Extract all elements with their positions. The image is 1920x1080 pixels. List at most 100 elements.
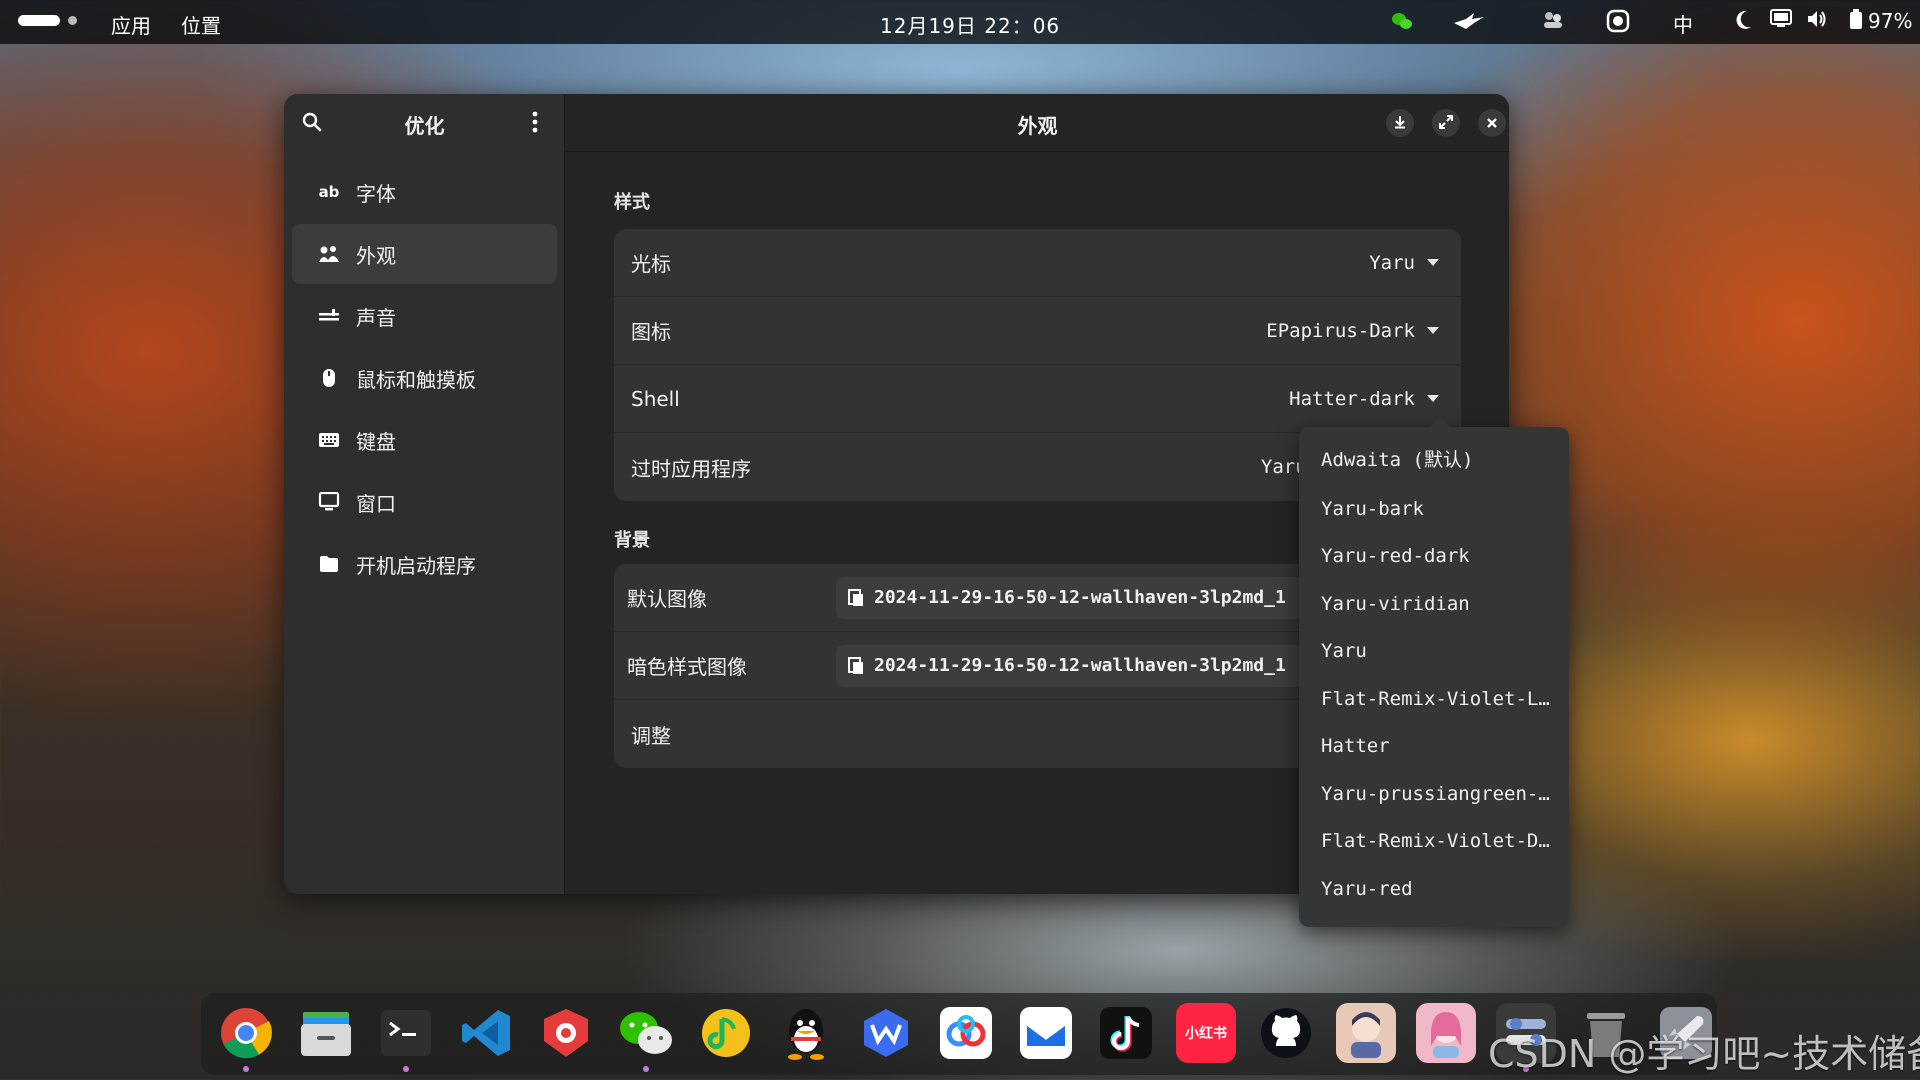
keyboard-icon [318, 429, 340, 451]
maximize-icon [1439, 114, 1453, 133]
sidebar-item-windows[interactable]: 窗口 [292, 472, 557, 532]
clock[interactable]: 12月19日 22：06 [880, 10, 1060, 39]
download-icon [1393, 114, 1407, 133]
places-menu[interactable]: 位置 [181, 10, 221, 39]
bird-tray-icon[interactable] [1452, 9, 1486, 38]
dropdown-option[interactable]: Flat-Remix-Violet-D... [1321, 821, 1551, 861]
sidebar-item-fonts[interactable]: ab 字体 [292, 162, 557, 222]
sidebar-item-label: 鼠标和触摸板 [356, 367, 476, 392]
vscode-icon[interactable] [456, 1003, 516, 1063]
watermark: CSDN @学习吧~技术储备 [1488, 1032, 1920, 1076]
selected-value: EPapirus-Dark [1266, 319, 1415, 342]
page-title: 外观 [1017, 114, 1058, 138]
sidebar-item-label: 字体 [356, 181, 396, 206]
xiaohongshu-label: 小红书 [1185, 1026, 1227, 1042]
red-app-icon[interactable] [536, 1003, 596, 1063]
dropdown-option[interactable]: Yaru-bark [1321, 489, 1551, 529]
dropdown-option[interactable]: Yaru-red-dark [1321, 536, 1551, 576]
terminal-icon[interactable] [376, 1003, 436, 1063]
anime-app-icon-1[interactable] [1336, 1003, 1396, 1063]
mail-icon[interactable] [1016, 1003, 1076, 1063]
battery-percentage[interactable]: 97% [1868, 9, 1912, 33]
sidebar-item-label: 外观 [356, 243, 396, 268]
tiktok-icon[interactable] [1096, 1003, 1156, 1063]
sidebar-item-label: 窗口 [356, 491, 396, 516]
selected-value: Hatter-dark [1289, 387, 1415, 410]
icon-theme-select[interactable]: EPapirus-Dark [1266, 320, 1439, 342]
sidebar-header: 优化 [284, 94, 565, 152]
dropdown-option[interactable]: Hatter [1321, 726, 1551, 766]
sidebar-item-label: 开机启动程序 [356, 553, 476, 578]
volume-icon[interactable] [1806, 9, 1828, 34]
install-button[interactable] [1386, 109, 1414, 137]
sidebar-item-sound[interactable]: 声音 [292, 286, 557, 346]
close-button[interactable] [1478, 109, 1506, 137]
running-indicator [643, 1066, 649, 1072]
row-label: 光标 [631, 252, 671, 276]
shell-theme-dropdown: Adwaita (默认) Yaru-bark Yaru-red-dark Yar… [1299, 417, 1569, 927]
apps-menu[interactable]: 应用 [111, 10, 151, 39]
dropdown-option[interactable]: Yaru [1321, 631, 1551, 671]
row-label: 暗色样式图像 [627, 655, 747, 679]
sidebar-item-mouse-touchpad[interactable]: 鼠标和触摸板 [292, 348, 557, 408]
files-icon[interactable] [296, 1003, 356, 1063]
wechat-tray-icon[interactable] [1390, 9, 1414, 38]
wps-icon[interactable] [856, 1003, 916, 1063]
record-tray-icon[interactable] [1606, 9, 1630, 38]
folder-icon [318, 553, 340, 575]
chevron-down-icon [1427, 327, 1439, 334]
row-label: 过时应用程序 [631, 456, 751, 481]
sidebar-item-startup-apps[interactable]: 开机启动程序 [292, 534, 557, 594]
battery-icon[interactable] [1849, 9, 1863, 34]
background-section-title: 背景 [614, 530, 650, 551]
chevron-down-icon [1427, 259, 1439, 266]
github-icon[interactable] [1256, 1003, 1316, 1063]
maximize-button[interactable] [1432, 109, 1460, 137]
music-icon[interactable] [696, 1003, 756, 1063]
anime-app-icon-2[interactable] [1416, 1003, 1476, 1063]
xiaohongshu-icon[interactable]: 小红书 [1176, 1003, 1236, 1063]
content-header: 外观 [566, 94, 1509, 152]
sound-icon [318, 305, 340, 327]
chrome-icon[interactable] [216, 1003, 276, 1063]
dropdown-option[interactable]: Adwaita (默认) [1321, 440, 1551, 480]
shell-theme-select[interactable]: Hatter-dark [1289, 388, 1439, 410]
activities-button[interactable] [18, 15, 77, 26]
sidebar-item-label: 声音 [356, 305, 396, 330]
row-label: 调整 [631, 723, 671, 748]
selected-value: Yaru [1369, 251, 1415, 274]
qq-icon[interactable] [776, 1003, 836, 1063]
top-bar: 应用 位置 12月19日 22：06 中 97% [0, 0, 1920, 44]
document-icon [848, 656, 864, 675]
row-label: 图标 [631, 320, 671, 344]
popover-arrow [1430, 417, 1450, 427]
kebab-menu-icon[interactable] [531, 111, 539, 137]
file-name: 2024-11-29-16-50-12-wallhaven-3lp2md_1 [874, 587, 1286, 608]
window-icon [318, 491, 340, 513]
font-icon: ab [318, 183, 340, 201]
baidu-netdisk-icon[interactable] [936, 1003, 996, 1063]
night-light-icon[interactable] [1733, 9, 1753, 36]
document-icon [848, 588, 864, 607]
cursor-theme-select[interactable]: Yaru [1369, 252, 1439, 274]
running-indicator [403, 1066, 409, 1072]
dropdown-option[interactable]: Yaru-red [1321, 869, 1551, 909]
input-method-indicator[interactable]: 中 [1673, 9, 1693, 38]
cursor-row[interactable]: 光标 Yaru [614, 229, 1461, 297]
file-name: 2024-11-29-16-50-12-wallhaven-3lp2md_1 [874, 655, 1286, 676]
screen-icon[interactable] [1770, 9, 1792, 34]
icons-row[interactable]: 图标 EPapirus-Dark [614, 297, 1461, 365]
sidebar-item-keyboard[interactable]: 键盘 [292, 410, 557, 470]
sidebar-item-appearance[interactable]: 外观 [292, 224, 557, 284]
users-tray-icon[interactable] [1542, 9, 1564, 36]
workspace-indicator-active [18, 15, 60, 26]
wechat-icon[interactable] [616, 1003, 676, 1063]
sidebar: 优化 ab 字体 外观 声音 鼠标和触摸板 键盘 窗口 开机启动程序 [284, 94, 565, 894]
dropdown-option[interactable]: Yaru-viridian [1321, 584, 1551, 624]
shell-row[interactable]: Shell Hatter-dark [614, 365, 1461, 433]
chevron-down-icon [1427, 395, 1439, 402]
workspace-indicator [68, 16, 77, 25]
dropdown-option[interactable]: Flat-Remix-Violet-L... [1321, 679, 1551, 719]
sidebar-item-label: 键盘 [356, 429, 396, 454]
dropdown-option[interactable]: Yaru-prussiangreen-... [1321, 774, 1551, 814]
